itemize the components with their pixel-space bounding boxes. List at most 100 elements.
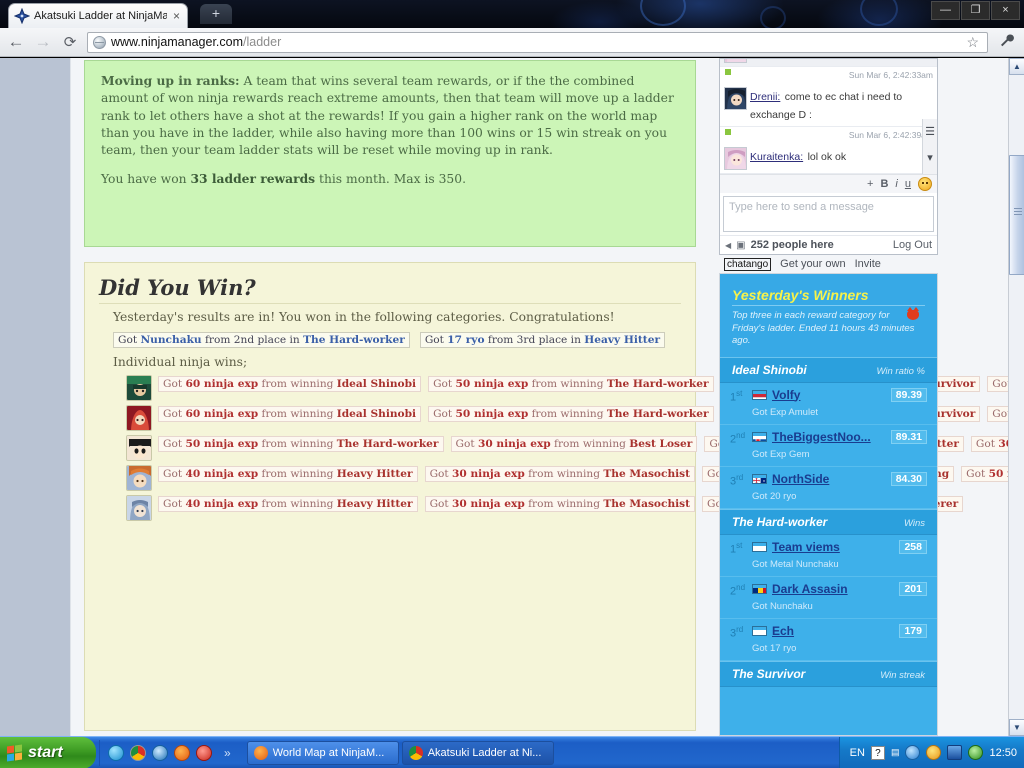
chip-mid: from 2nd place in <box>201 334 304 346</box>
win-exp: 60 ninja exp <box>185 408 259 420</box>
chat-scroll-down-icon[interactable]: ▾ <box>923 145 937 171</box>
quick-launch-overflow-icon[interactable]: » <box>224 746 231 760</box>
ninja-win-chip[interactable]: Got 50 ninja exp from winning The Hard-w… <box>428 376 714 392</box>
win-mid: from winning <box>258 468 337 480</box>
ninja-win-chip[interactable]: Got 30 ninja exp from winning The Masoch… <box>424 466 696 482</box>
winner-name[interactable]: Dark Assasin <box>772 582 848 596</box>
team-reward-chip[interactable]: Got 17 ryo from 3rd place in Heavy Hitte… <box>419 332 666 348</box>
ninja-avatar-orange-icon[interactable] <box>126 465 152 491</box>
internet-explorer-icon[interactable] <box>152 744 168 761</box>
winner-name-row: Ech <box>752 624 899 638</box>
chat-scrollbar[interactable]: ☰ ▾ <box>922 119 937 174</box>
winner-name[interactable]: TheBiggestNoo... <box>772 430 871 444</box>
chat-logout-button[interactable]: Log Out <box>893 239 932 251</box>
browser-tab[interactable]: Akatsuki Ladder at NinjaMa... × <box>8 3 188 28</box>
ninja-win-chip[interactable]: Got 30 ninja exp from winning The Masoch… <box>424 496 696 512</box>
scrollbar-thumb[interactable] <box>1009 155 1024 275</box>
new-tab-button[interactable]: + <box>200 4 232 24</box>
wrench-menu-icon[interactable] <box>995 33 1018 52</box>
winner-info: TheBiggestNoo... Got Exp Gem <box>752 430 891 462</box>
windows-taskbar: start » World Map at NinjaM... Akatsuki L… <box>0 736 1024 768</box>
chat-username[interactable]: Kuraitenka: <box>750 151 803 163</box>
ninja-avatar-red-icon[interactable] <box>126 405 152 431</box>
chat-underline-button[interactable]: u <box>905 178 911 190</box>
win-mid: from winning <box>550 438 630 450</box>
winner-name[interactable]: NorthSide <box>772 472 829 486</box>
page-scrollbar[interactable]: ▲ ▼ <box>1008 58 1024 736</box>
keyboard-layout-icon[interactable]: ? <box>870 745 885 760</box>
volume-icon[interactable] <box>947 745 963 760</box>
chat-message: Sun Mar 6, 2:42:33am Drenii: come to ec c… <box>720 67 937 127</box>
ninja-win-chip[interactable]: Got 40 ninja exp from winning Heavy Hitt… <box>987 376 1008 392</box>
notice-heading: Moving up in ranks: <box>101 73 240 88</box>
chat-menu-icon[interactable]: ☰ <box>923 119 937 145</box>
taskbar-task[interactable]: World Map at NinjaM... <box>246 740 399 765</box>
ninja-win-chip[interactable]: Got 50 ninja exp from winning The Sorcer… <box>961 466 1008 482</box>
back-icon[interactable]: ← <box>6 32 26 52</box>
ninja-win-chip[interactable]: Got 30 ninja exp from winning Best Loser <box>450 436 698 452</box>
ninja-avatar-panda-icon[interactable] <box>126 435 152 461</box>
team-reward-list: Got Nunchaku from 2nd place in The Hard-… <box>113 332 681 348</box>
chat-bold-button[interactable]: B <box>880 178 888 190</box>
winner-info: NorthSide Got 20 ryo <box>752 472 891 504</box>
winner-row: 3rd NorthSide Got 20 ryo 84.30 <box>720 467 937 509</box>
winner-row: 3rd Ech Got 17 ryo 179 <box>720 619 937 661</box>
taskbar-clock[interactable]: 12:50 <box>989 747 1017 759</box>
close-button[interactable]: × <box>991 1 1020 20</box>
winner-name[interactable]: Ech <box>772 624 794 638</box>
chat-message-stream[interactable]: Kuraitenka: hi dren ^^Sun Mar 6, 2:42:33… <box>720 59 937 174</box>
winner-name-row: Team viems <box>752 540 899 554</box>
emoji-icon[interactable] <box>918 177 932 191</box>
chat-avatar-dark-icon[interactable] <box>724 87 747 110</box>
ninja-win-chip[interactable]: Got 60 ninja exp from winning Ideal Shin… <box>158 376 422 392</box>
chat-italic-button[interactable]: i <box>895 178 897 190</box>
winner-reward: Got Exp Gem <box>752 448 810 460</box>
team-reward-chip[interactable]: Got Nunchaku from 2nd place in The Hard-… <box>113 332 410 348</box>
ninja-win-chip[interactable]: Got 30 ninja exp from winning The Masoch… <box>970 436 1008 452</box>
win-exp: 50 ninja exp <box>455 378 529 390</box>
chat-people-icon: ▣ <box>736 239 746 251</box>
chat-avatar-pink-icon[interactable] <box>724 59 747 63</box>
chrome-icon[interactable] <box>130 744 146 761</box>
taskbar-task[interactable]: Akatsuki Ladder at Ni... <box>401 740 554 765</box>
reload-icon[interactable]: ⟳ <box>60 33 80 51</box>
ninja-avatar-green-icon[interactable] <box>126 375 152 401</box>
winner-categories: Ideal Shinobi Win ratio % 1st Volfy Got Exp … <box>720 356 937 687</box>
scroll-down-icon[interactable]: ▼ <box>1009 719 1024 736</box>
chat-collapse-icon[interactable]: ◀ <box>725 241 731 250</box>
winner-name-row: Dark Assasin <box>752 582 899 596</box>
ninja-win-chip[interactable]: Got 60 ninja exp from winning Ideal Shin… <box>158 406 422 422</box>
ninja-win-chip[interactable]: Got 50 ninja exp from winning The Hard-w… <box>158 436 444 452</box>
tray-collapse-icon[interactable] <box>905 745 921 760</box>
minimize-button[interactable]: — <box>931 1 960 20</box>
ninja-win-chip[interactable]: Got 40 ninja exp from winning Heavy Hitt… <box>158 466 418 482</box>
chat-message-input[interactable]: Type here to send a message <box>723 196 934 232</box>
chatango-logo[interactable]: chatango <box>724 257 772 271</box>
scroll-up-icon[interactable]: ▲ <box>1009 58 1024 75</box>
ninja-win-chip[interactable]: Got 40 ninja exp from winning Heavy Hitt… <box>158 496 418 512</box>
get-your-own-link[interactable]: Get your own <box>780 258 845 270</box>
language-indicator[interactable]: EN <box>850 747 865 759</box>
chat-avatar-pink-icon[interactable] <box>724 147 747 170</box>
antivirus-icon[interactable] <box>968 745 984 760</box>
chatango-widget: Kuraitenka: hi dren ^^Sun Mar 6, 2:42:33… <box>719 58 938 271</box>
chat-add-icon[interactable]: + <box>867 178 873 190</box>
ninja-win-chip[interactable]: Got 40 ninja exp from winning Heavy Hitt… <box>987 406 1008 422</box>
ninja-win-chip[interactable]: Got 50 ninja exp from winning The Hard-w… <box>428 406 714 422</box>
opera-icon[interactable] <box>196 744 212 761</box>
bookmark-star-icon[interactable]: ☆ <box>963 34 982 51</box>
winner-name[interactable]: Team viems <box>772 540 840 554</box>
address-bar[interactable]: www.ninjamanager.com/ladder ☆ <box>87 31 988 53</box>
restore-button[interactable]: ❐ <box>961 1 990 20</box>
tab-close-icon[interactable]: × <box>171 10 182 22</box>
msn-smiley-icon[interactable] <box>926 745 942 760</box>
invite-link[interactable]: Invite <box>855 258 881 270</box>
messenger-icon[interactable] <box>108 744 124 761</box>
tray-expand-icon[interactable]: ▤ <box>891 747 900 758</box>
chat-username[interactable]: Drenii: <box>750 91 780 103</box>
start-button[interactable]: start <box>0 736 96 768</box>
winner-name[interactable]: Volfy <box>772 388 800 402</box>
forward-icon[interactable]: → <box>33 32 53 52</box>
ninja-avatar-blue-icon[interactable] <box>126 495 152 521</box>
firefox-icon[interactable] <box>174 744 190 761</box>
